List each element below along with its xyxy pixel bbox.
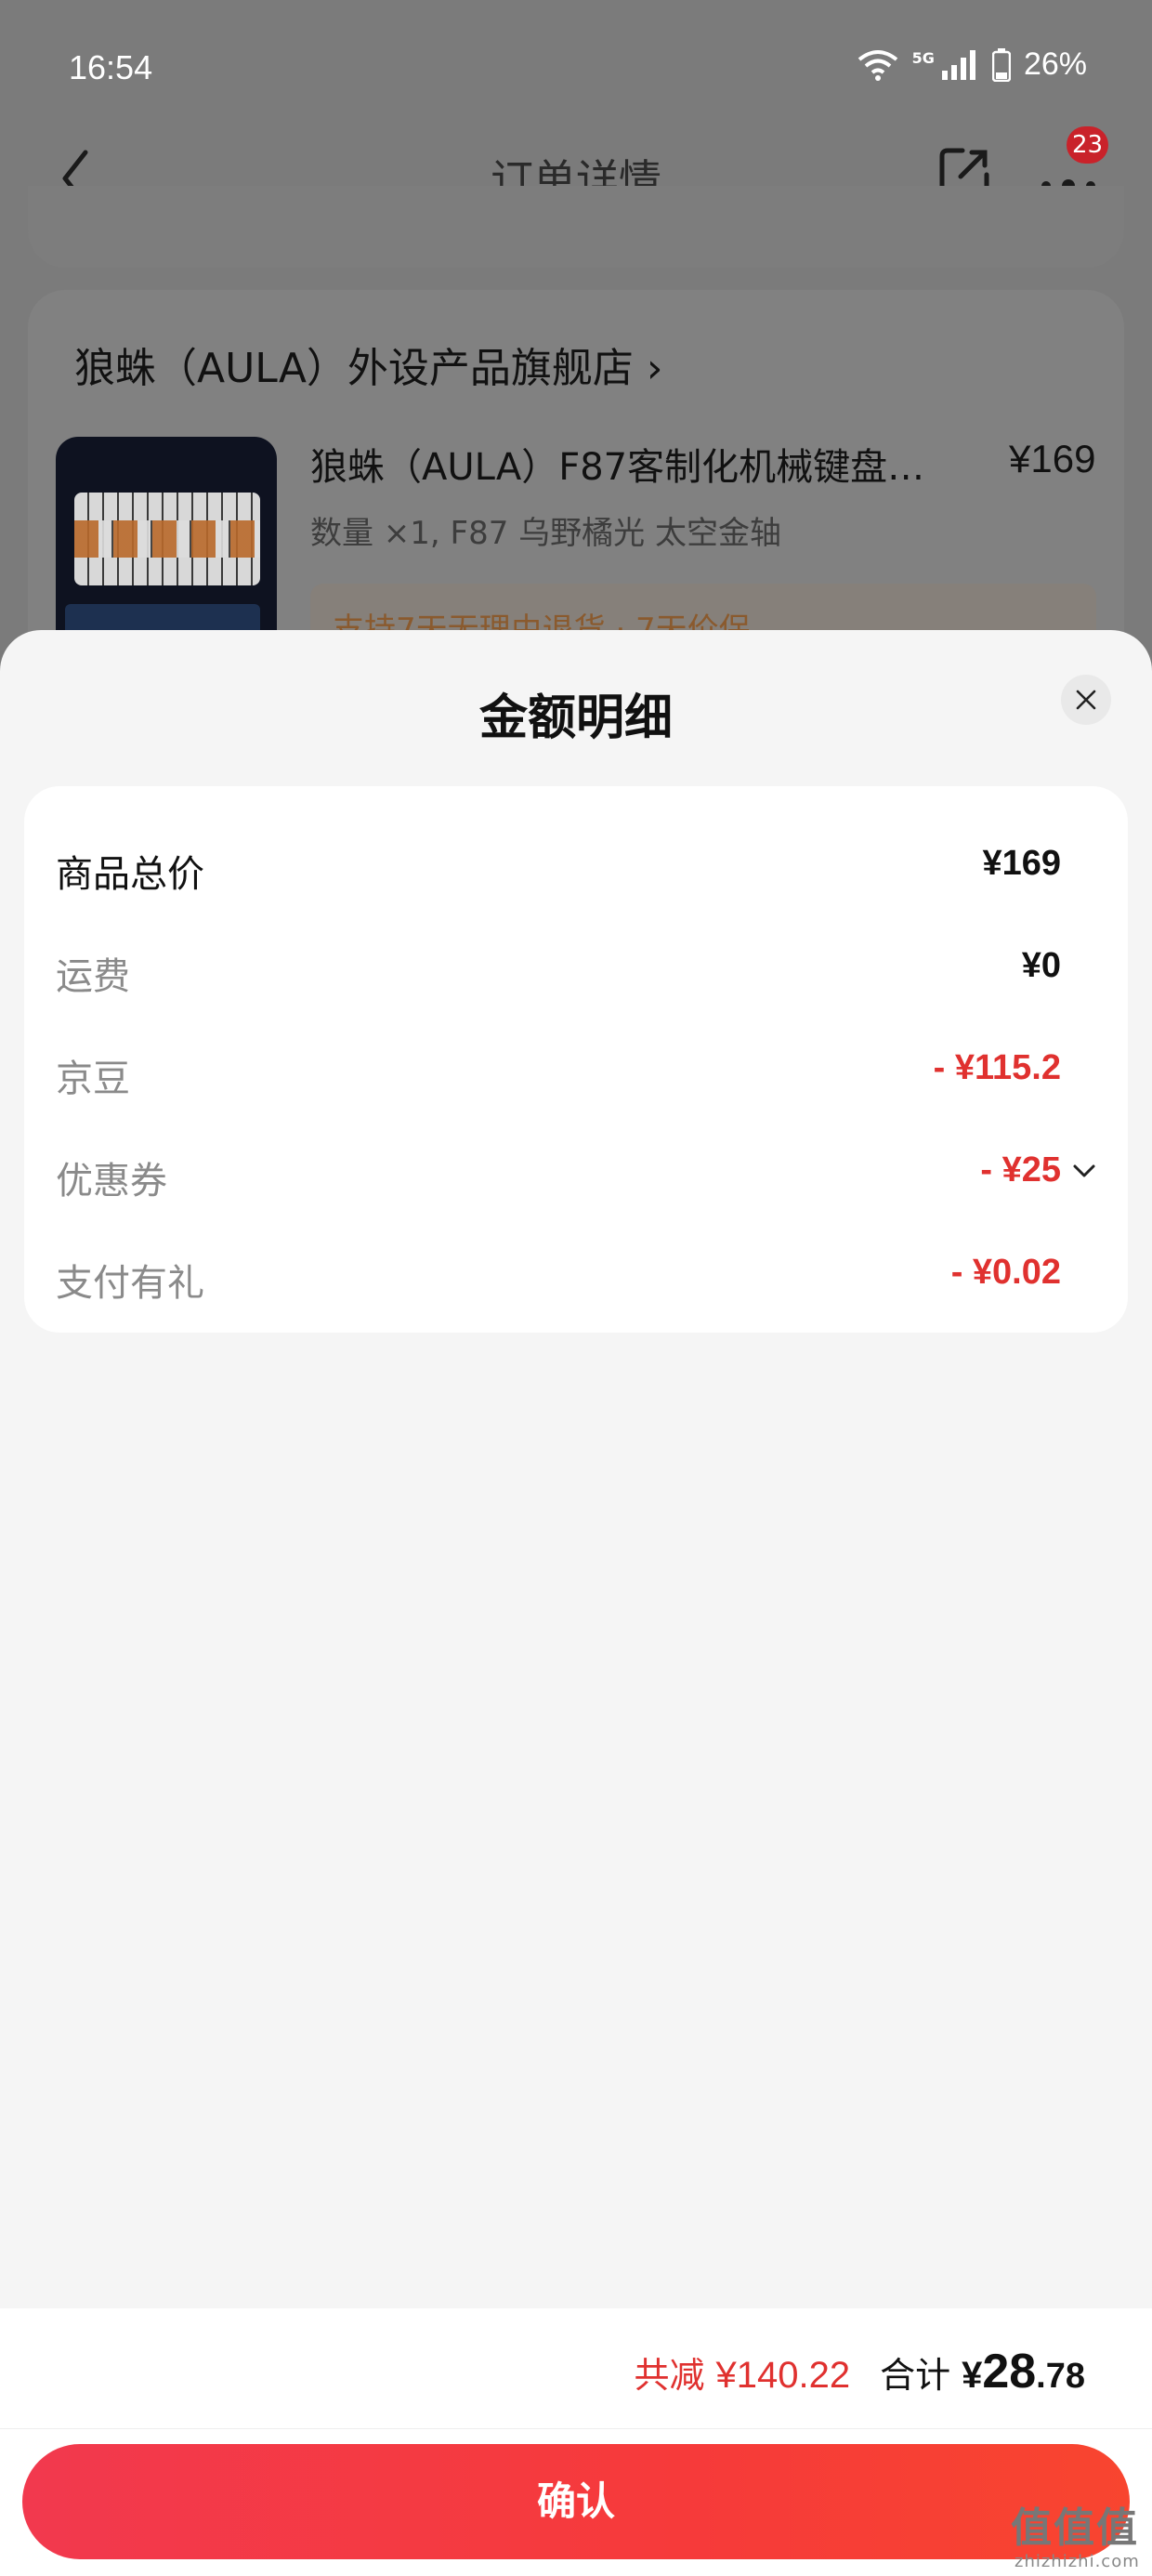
total-amount: ¥28.78 (962, 2344, 1085, 2399)
row-value: ¥169 (982, 844, 1061, 883)
chevron-down-icon[interactable] (1072, 1162, 1096, 1180)
sheet-title: 金额明细 (478, 690, 673, 746)
row-label: 优惠券 (56, 1160, 167, 1203)
row-payment-gift: 支付有礼 - ¥0.02 (24, 1225, 1128, 1327)
watermark-logo: 值值值 (1011, 2504, 1139, 2552)
summary-bar: 共减 ¥140.22 合计 ¥28.78 (0, 2308, 1152, 2429)
close-icon (1076, 690, 1096, 710)
row-shipping: 运费 ¥0 (24, 918, 1128, 1020)
amount-detail-card: 商品总价 ¥169 运费 ¥0 京豆 - ¥115.2 优惠券 - ¥25 支付… (24, 786, 1128, 1333)
battery-percent: 26% (1023, 46, 1087, 82)
row-label: 支付有礼 (56, 1262, 204, 1305)
notification-badge: 23 (1067, 126, 1109, 164)
row-jingdou: 京豆 - ¥115.2 (24, 1020, 1128, 1123)
row-value: ¥0 (1021, 946, 1061, 985)
reduce-amount: ¥140.22 (715, 2355, 851, 2396)
close-button[interactable] (1061, 675, 1111, 725)
background-card-top (28, 186, 1124, 268)
status-bar: 16:54 5G 26% (0, 0, 1152, 130)
button-area: 确认 (0, 2429, 1152, 2576)
status-icons: 5G 26% (857, 46, 1087, 83)
total-label: 合计 (880, 2355, 951, 2396)
summary-totals: 共减 ¥140.22 合计 ¥28.78 (634, 2344, 1085, 2399)
row-goods-total: 商品总价 ¥169 (24, 816, 1128, 918)
signal-icon (941, 49, 975, 80)
keyboard-keys-graphic (74, 520, 260, 558)
total-decimal: .78 (1036, 2357, 1085, 2396)
row-label: 京豆 (56, 1058, 130, 1100)
amount-detail-sheet: 金额明细 商品总价 ¥169 运费 ¥0 京豆 - ¥115.2 优惠券 - ¥… (0, 630, 1152, 2576)
network-label: 5G (911, 49, 935, 67)
row-value: - ¥25 (980, 1150, 1061, 1189)
row-label: 商品总价 (56, 853, 204, 896)
shop-name-link[interactable]: 狼蛛（AULA）外设产品旗舰店 › (74, 335, 663, 394)
row-label: 运费 (56, 955, 130, 998)
status-time: 16:54 (69, 48, 153, 86)
row-coupon[interactable]: 优惠券 - ¥25 (24, 1123, 1128, 1225)
total-integer: 28 (982, 2345, 1037, 2399)
row-value: - ¥115.2 (933, 1048, 1061, 1087)
product-image[interactable] (56, 437, 277, 660)
confirm-button[interactable]: 确认 (22, 2444, 1130, 2559)
product-price: ¥169 (1009, 437, 1096, 480)
product-title[interactable]: 狼蛛（AULA）F87客制化机械键盘… (310, 437, 942, 491)
product-spec: 数量 ×1, F87 乌野橘光 太空金轴 (310, 515, 781, 552)
reduce-label: 共减 (634, 2355, 705, 2396)
wifi-icon (857, 49, 897, 81)
row-value: - ¥0.02 (950, 1253, 1061, 1292)
battery-icon (991, 47, 1011, 82)
watermark-url: zhizhizhi.com (1015, 2552, 1140, 2571)
total-currency: ¥ (962, 2355, 983, 2396)
